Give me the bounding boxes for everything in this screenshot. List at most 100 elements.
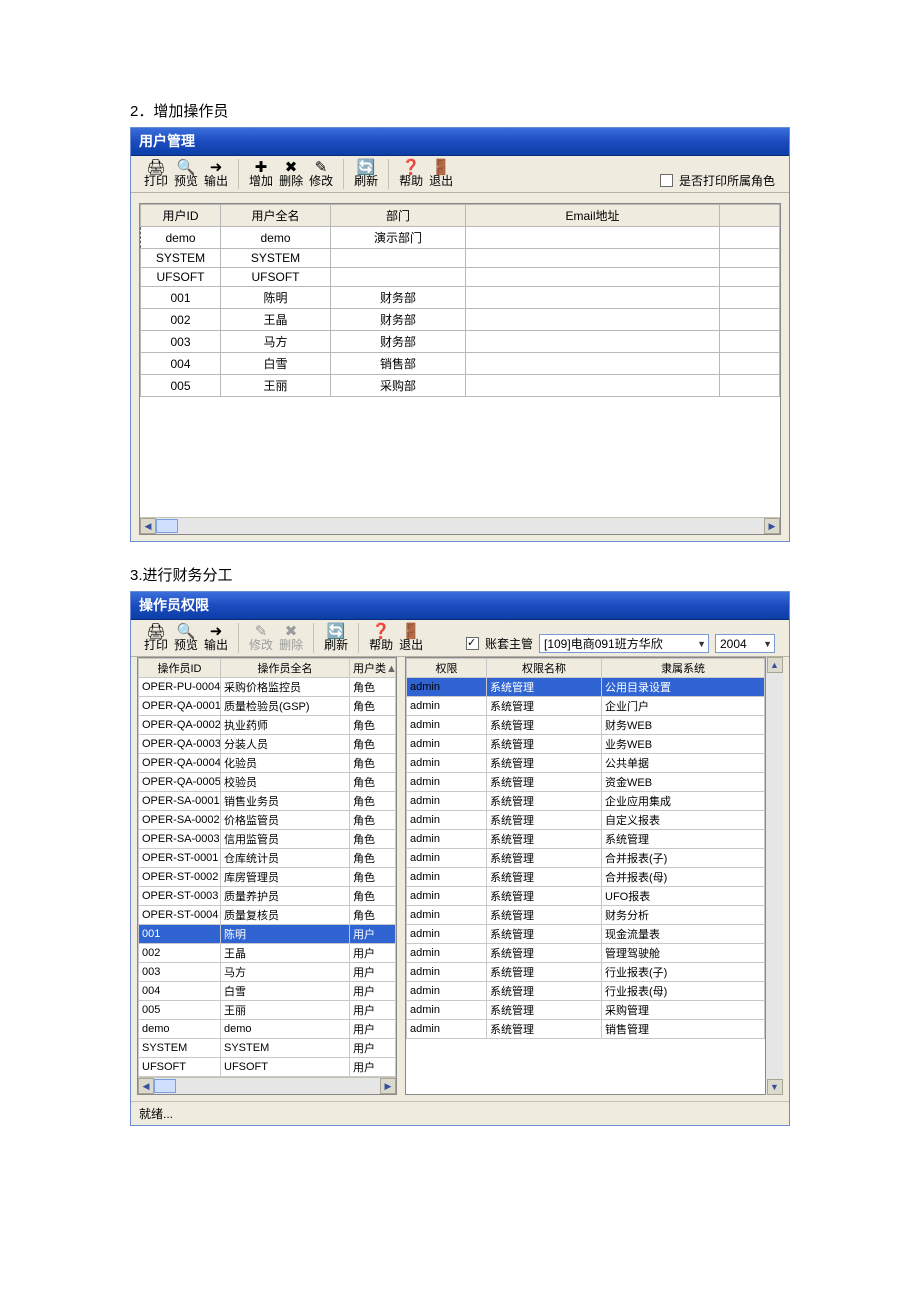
- vertical-scrollbar[interactable]: ▲ ▼: [766, 657, 783, 1095]
- table-row[interactable]: OPER-ST-0001仓库统计员角色: [139, 849, 396, 868]
- table-row[interactable]: admin系统管理系统管理: [407, 830, 765, 849]
- column-header[interactable]: 部门: [331, 205, 466, 227]
- column-header[interactable]: 隶属系统: [602, 659, 765, 678]
- table-row[interactable]: admin系统管理采购管理: [407, 1001, 765, 1020]
- table-row[interactable]: UFSOFTUFSOFT: [141, 268, 780, 287]
- table-row[interactable]: OPER-QA-0003分装人员角色: [139, 735, 396, 754]
- table-row[interactable]: OPER-QA-0002执业药师角色: [139, 716, 396, 735]
- table-row[interactable]: admin系统管理业务WEB: [407, 735, 765, 754]
- table-row[interactable]: SYSTEMSYSTEM: [141, 249, 780, 268]
- preview-icon: 🔍: [177, 624, 196, 639]
- permissions-table[interactable]: 权限权限名称隶属系统 admin系统管理公用目录设置admin系统管理企业门户a…: [406, 658, 765, 1039]
- refresh-icon: 🔄: [357, 160, 376, 175]
- scroll-left-icon[interactable]: ◀: [138, 1078, 154, 1094]
- scroll-right-icon[interactable]: ▶: [380, 1078, 396, 1094]
- cell: 采购管理: [602, 1001, 765, 1020]
- table-row[interactable]: admin系统管理资金WEB: [407, 773, 765, 792]
- cell: OPER-ST-0001: [139, 849, 221, 868]
- table-row[interactable]: OPER-SA-0001销售业务员角色: [139, 792, 396, 811]
- scroll-thumb[interactable]: [156, 519, 178, 533]
- table-row[interactable]: OPER-ST-0002库房管理员角色: [139, 868, 396, 887]
- table-row[interactable]: 002王晶财务部: [141, 309, 780, 331]
- help-button[interactable]: ❓帮助: [366, 623, 396, 653]
- table-row[interactable]: OPER-SA-0002价格监管员角色: [139, 811, 396, 830]
- scroll-up-icon[interactable]: ▲: [767, 657, 783, 673]
- table-row[interactable]: admin系统管理企业门户: [407, 697, 765, 716]
- users-table[interactable]: 用户ID用户全名部门Email地址 demodemo演示部门SYSTEMSYST…: [140, 204, 780, 397]
- column-header[interactable]: [720, 205, 780, 227]
- operators-table[interactable]: 操作员ID操作员全名用户类▲ OPER-PU-0004采购价格监控员角色OPER…: [138, 658, 396, 1077]
- table-row[interactable]: 004白雪销售部: [141, 353, 780, 375]
- scroll-thumb[interactable]: [154, 1079, 176, 1093]
- table-row[interactable]: 001陈明用户: [139, 925, 396, 944]
- column-header[interactable]: Email地址: [466, 205, 720, 227]
- table-row[interactable]: UFSOFTUFSOFT用户: [139, 1058, 396, 1077]
- cell: [466, 353, 720, 375]
- scroll-left-icon[interactable]: ◀: [140, 518, 156, 534]
- exit-button[interactable]: 🚪退出: [426, 159, 456, 189]
- table-row[interactable]: demodemo用户: [139, 1020, 396, 1039]
- table-row[interactable]: 005王丽采购部: [141, 375, 780, 397]
- table-row[interactable]: 004白雪用户: [139, 982, 396, 1001]
- print-button[interactable]: 🖨打印: [141, 159, 171, 189]
- column-header[interactable]: 操作员全名: [221, 659, 350, 678]
- delete-button[interactable]: ✖删除: [276, 159, 306, 189]
- table-row[interactable]: demodemo演示部门: [141, 227, 780, 249]
- year-dropdown[interactable]: 2004 ▼: [715, 634, 775, 653]
- help-button[interactable]: ❓帮助: [396, 159, 426, 189]
- table-row[interactable]: OPER-SA-0003信用监管员角色: [139, 830, 396, 849]
- horizontal-scrollbar[interactable]: ◀ ▶: [138, 1077, 396, 1094]
- export-button[interactable]: ➜输出: [201, 623, 231, 653]
- column-header[interactable]: 权限: [407, 659, 487, 678]
- column-header[interactable]: 操作员ID: [139, 659, 221, 678]
- table-row[interactable]: 005王丽用户: [139, 1001, 396, 1020]
- column-header[interactable]: 用户类▲: [350, 659, 396, 678]
- exit-button[interactable]: 🚪退出: [396, 623, 426, 653]
- table-row[interactable]: admin系统管理行业报表(子): [407, 963, 765, 982]
- edit-button[interactable]: ✎修改: [306, 159, 336, 189]
- refresh-button[interactable]: 🔄刷新: [321, 623, 351, 653]
- table-row[interactable]: admin系统管理管理驾驶舱: [407, 944, 765, 963]
- account-set-dropdown[interactable]: [109]电商091班方华欣 ▼: [539, 634, 709, 653]
- table-row[interactable]: OPER-ST-0004质量复核员角色: [139, 906, 396, 925]
- table-row[interactable]: admin系统管理财务分析: [407, 906, 765, 925]
- table-row[interactable]: admin系统管理财务WEB: [407, 716, 765, 735]
- refresh-button[interactable]: 🔄刷新: [351, 159, 381, 189]
- cell: 用户: [350, 1020, 396, 1039]
- table-row[interactable]: OPER-QA-0004化验员角色: [139, 754, 396, 773]
- print-button[interactable]: 🖨打印: [141, 623, 171, 653]
- table-row[interactable]: admin系统管理自定义报表: [407, 811, 765, 830]
- table-row[interactable]: admin系统管理企业应用集成: [407, 792, 765, 811]
- preview-button[interactable]: 🔍预览: [171, 623, 201, 653]
- scroll-down-icon[interactable]: ▼: [767, 1079, 783, 1095]
- table-row[interactable]: 002王晶用户: [139, 944, 396, 963]
- cell: 系统管理: [487, 811, 602, 830]
- column-header[interactable]: 用户全名: [221, 205, 331, 227]
- column-header[interactable]: 权限名称: [487, 659, 602, 678]
- table-row[interactable]: admin系统管理UFO报表: [407, 887, 765, 906]
- table-row[interactable]: OPER-PU-0004采购价格监控员角色: [139, 678, 396, 697]
- scroll-right-icon[interactable]: ▶: [764, 518, 780, 534]
- add-button[interactable]: ✚增加: [246, 159, 276, 189]
- supervisor-checkbox[interactable]: [466, 637, 479, 650]
- table-row[interactable]: admin系统管理公共单据: [407, 754, 765, 773]
- horizontal-scrollbar[interactable]: ◀ ▶: [140, 517, 780, 534]
- table-row[interactable]: admin系统管理销售管理: [407, 1020, 765, 1039]
- table-row[interactable]: 001陈明财务部: [141, 287, 780, 309]
- table-row[interactable]: 003马方财务部: [141, 331, 780, 353]
- table-row[interactable]: OPER-QA-0001质量检验员(GSP)角色: [139, 697, 396, 716]
- table-row[interactable]: admin系统管理行业报表(母): [407, 982, 765, 1001]
- table-row[interactable]: admin系统管理现金流量表: [407, 925, 765, 944]
- export-button[interactable]: ➜输出: [201, 159, 231, 189]
- table-row[interactable]: OPER-QA-0005校验员角色: [139, 773, 396, 792]
- table-row[interactable]: admin系统管理合并报表(母): [407, 868, 765, 887]
- table-row[interactable]: SYSTEMSYSTEM用户: [139, 1039, 396, 1058]
- table-row[interactable]: OPER-ST-0003质量养护员角色: [139, 887, 396, 906]
- table-row[interactable]: admin系统管理公用目录设置: [407, 678, 765, 697]
- column-header[interactable]: 用户ID: [141, 205, 221, 227]
- preview-button[interactable]: 🔍预览: [171, 159, 201, 189]
- table-row[interactable]: admin系统管理合并报表(子): [407, 849, 765, 868]
- table-row[interactable]: 003马方用户: [139, 963, 396, 982]
- cell: 角色: [350, 754, 396, 773]
- print-roles-checkbox[interactable]: [660, 174, 673, 187]
